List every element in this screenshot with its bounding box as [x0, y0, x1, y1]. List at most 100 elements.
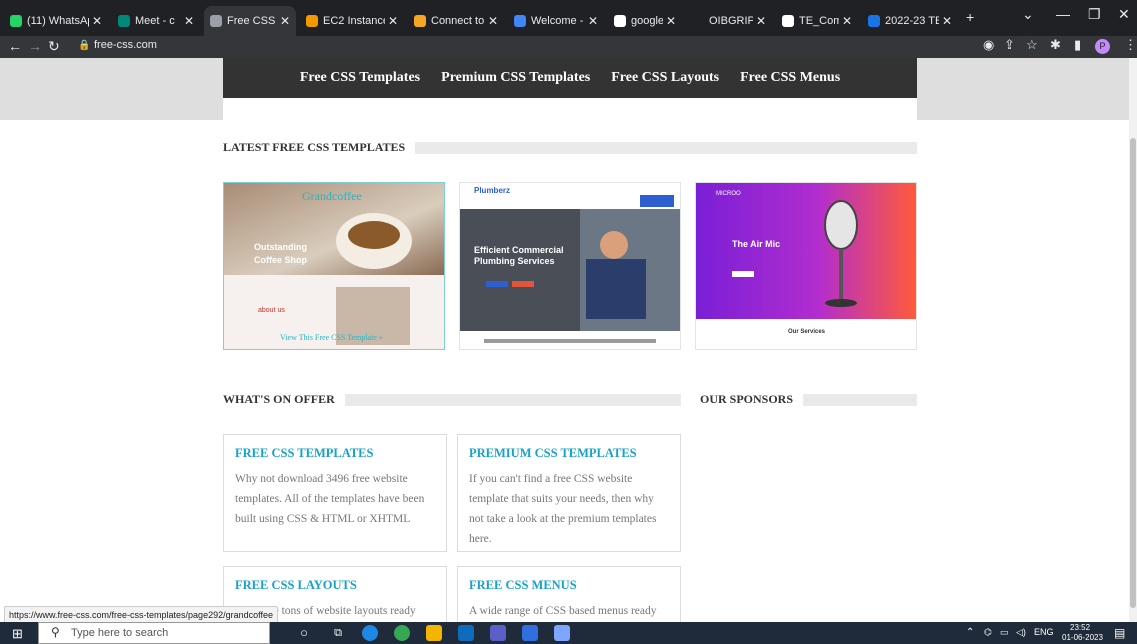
tab-search-icon[interactable]: ⌄: [1022, 6, 1034, 23]
page-viewport: Free CSS Templates Premium CSS Templates…: [0, 58, 1137, 622]
tab-favicon-icon: [614, 15, 626, 27]
url-field[interactable]: free-css.com: [94, 39, 157, 51]
tab-label: 2022-23 TE: [885, 15, 939, 27]
tab-label: OIBGRIP/Tas: [709, 15, 753, 27]
offer-text-premium-templates: If you can't find a free CSS website tem…: [469, 473, 657, 545]
tab-label: TE_Comput: [799, 15, 839, 27]
battery-icon[interactable]: ▭: [1000, 627, 1009, 638]
offer-title-free-templates[interactable]: FREE CSS TEMPLATES: [235, 446, 435, 461]
our-sponsors-heading: OUR SPONSORS: [700, 392, 917, 407]
bookmark-star-icon[interactable]: ☆: [1026, 37, 1038, 53]
microo-services: Our Services: [788, 329, 826, 335]
nav-free-css-layouts[interactable]: Free CSS Layouts: [611, 70, 719, 86]
nav-free-css-templates[interactable]: Free CSS Templates: [300, 70, 420, 86]
close-window-icon[interactable]: ✕: [1118, 6, 1130, 23]
back-icon[interactable]: ←: [8, 38, 22, 54]
offer-title-free-layouts[interactable]: FREE CSS LAYOUTS: [235, 578, 435, 593]
browser-tab[interactable]: (11) WhatsAp ✕: [4, 8, 108, 34]
microo-brand: MICROO: [716, 191, 741, 197]
tab-close-icon[interactable]: ✕: [753, 14, 766, 28]
nav-premium-css-templates[interactable]: Premium CSS Templates: [441, 70, 590, 86]
tab-close-icon[interactable]: ✕: [181, 14, 194, 28]
tab-label: Connect to i: [431, 15, 485, 27]
file-explorer-icon[interactable]: [426, 625, 442, 641]
forward-icon[interactable]: →: [28, 38, 42, 54]
browser-tab[interactable]: Welcome - ! ✕: [508, 8, 604, 34]
tab-favicon-icon: [782, 15, 794, 27]
network-icon[interactable]: ⌬: [984, 627, 992, 638]
tab-close-icon[interactable]: ✕: [663, 14, 676, 28]
tab-close-icon[interactable]: ✕: [89, 14, 102, 28]
tab-favicon-icon: [692, 15, 704, 27]
tab-close-icon[interactable]: ✕: [277, 14, 290, 28]
clock-time[interactable]: 23:52: [1070, 623, 1090, 632]
address-bar: [0, 36, 1137, 58]
tab-label: Welcome - !: [531, 15, 585, 27]
tab-favicon-icon: [210, 15, 222, 27]
windows-start-icon[interactable]: ⊞: [12, 626, 23, 642]
profile-avatar[interactable]: P: [1095, 39, 1110, 54]
notepad-icon[interactable]: [554, 625, 570, 641]
browser-tab[interactable]: EC2 Instance ✕: [300, 8, 404, 34]
restore-icon[interactable]: ❐: [1088, 6, 1101, 23]
taskbar-search-box[interactable]: ⚲ Type here to search: [38, 622, 270, 644]
offer-box-premium-templates: PREMIUM CSS TEMPLATES If you can't find …: [457, 434, 681, 552]
offer-title-premium-templates[interactable]: PREMIUM CSS TEMPLATES: [469, 446, 669, 461]
task-view-icon[interactable]: ⧉: [330, 625, 346, 641]
tab-close-icon[interactable]: ✕: [839, 14, 852, 28]
clock-date[interactable]: 01-06-2023: [1062, 633, 1103, 642]
minimize-icon[interactable]: —: [1056, 6, 1070, 22]
language-indicator[interactable]: ENG: [1034, 627, 1054, 637]
offer-box-free-templates: FREE CSS TEMPLATES Why not download 3496…: [223, 434, 447, 552]
tab-favicon-icon: [514, 15, 526, 27]
chrome-taskbar-icon[interactable]: [394, 625, 410, 641]
offer-text-free-templates: Why not download 3496 free website templ…: [235, 473, 425, 525]
browser-tab[interactable]: OIBGRIP/Tas✕: [686, 8, 772, 34]
mail-icon[interactable]: [458, 625, 474, 641]
browser-tab[interactable]: Free CSS | 34✕: [204, 6, 296, 36]
tab-label: (11) WhatsAp: [27, 15, 89, 27]
volume-icon[interactable]: ◁): [1016, 627, 1026, 638]
tab-favicon-icon: [118, 15, 130, 27]
plumberz-hero: Efficient Commercial Plumbing Services: [474, 245, 564, 266]
view-template-link[interactable]: View This Free CSS Template »: [280, 333, 383, 342]
tab-close-icon[interactable]: ✕: [485, 14, 498, 28]
tab-close-icon[interactable]: ✕: [385, 14, 398, 28]
plumberz-brand: Plumberz: [474, 186, 511, 195]
side-panel-icon[interactable]: ▮: [1074, 37, 1081, 53]
new-tab-button[interactable]: +: [966, 9, 974, 25]
offer-text-free-menus: A wide range of CSS based menus ready: [469, 605, 657, 617]
edge-icon[interactable]: [362, 625, 378, 641]
template-thumb-plumberz[interactable]: Plumberz Efficient Commercial Plumbing S…: [459, 182, 681, 350]
browser-tab[interactable]: 2022-23 TE ✕: [862, 8, 958, 34]
photos-icon[interactable]: [522, 625, 538, 641]
lock-icon: 🔒: [78, 40, 91, 51]
tab-close-icon[interactable]: ✕: [939, 14, 952, 28]
notifications-icon[interactable]: ▤: [1114, 626, 1125, 640]
tab-favicon-icon: [10, 15, 22, 27]
template-thumb-grandcoffee[interactable]: Grandcoffee Outstanding Coffee Shop abou…: [223, 182, 445, 350]
whats-on-offer-heading: WHAT'S ON OFFER: [223, 392, 681, 407]
teams-icon[interactable]: [490, 625, 506, 641]
tab-close-icon[interactable]: ✕: [585, 14, 598, 28]
extensions-icon[interactable]: ✱: [1050, 37, 1061, 53]
template-thumb-microo[interactable]: MICROO The Air Mic Our Services: [695, 182, 917, 350]
browser-tab[interactable]: TE_Comput✕: [776, 8, 858, 34]
offer-title-free-menus[interactable]: FREE CSS MENUS: [469, 578, 669, 593]
browser-tab[interactable]: google app✕: [608, 8, 682, 34]
nav-free-css-menus[interactable]: Free CSS Menus: [740, 70, 840, 86]
tab-label: google app: [631, 15, 663, 27]
browser-tab[interactable]: Meet - c ✕: [112, 8, 200, 34]
microo-preview: [696, 183, 916, 349]
google-lens-icon[interactable]: ◉: [983, 37, 994, 53]
tab-favicon-icon: [414, 15, 426, 27]
chrome-menu-icon[interactable]: ⋮: [1124, 37, 1137, 53]
share-icon[interactable]: ⇪: [1004, 37, 1015, 53]
tab-label: Free CSS | 34: [227, 15, 277, 27]
tray-chevron-icon[interactable]: ⌃: [966, 627, 974, 638]
reload-icon[interactable]: ↻: [48, 38, 60, 55]
cortana-icon[interactable]: ○: [296, 625, 312, 641]
browser-tab[interactable]: Connect to i ✕: [408, 8, 504, 34]
scrollbar-thumb[interactable]: [1130, 138, 1136, 608]
tab-favicon-icon: [306, 15, 318, 27]
